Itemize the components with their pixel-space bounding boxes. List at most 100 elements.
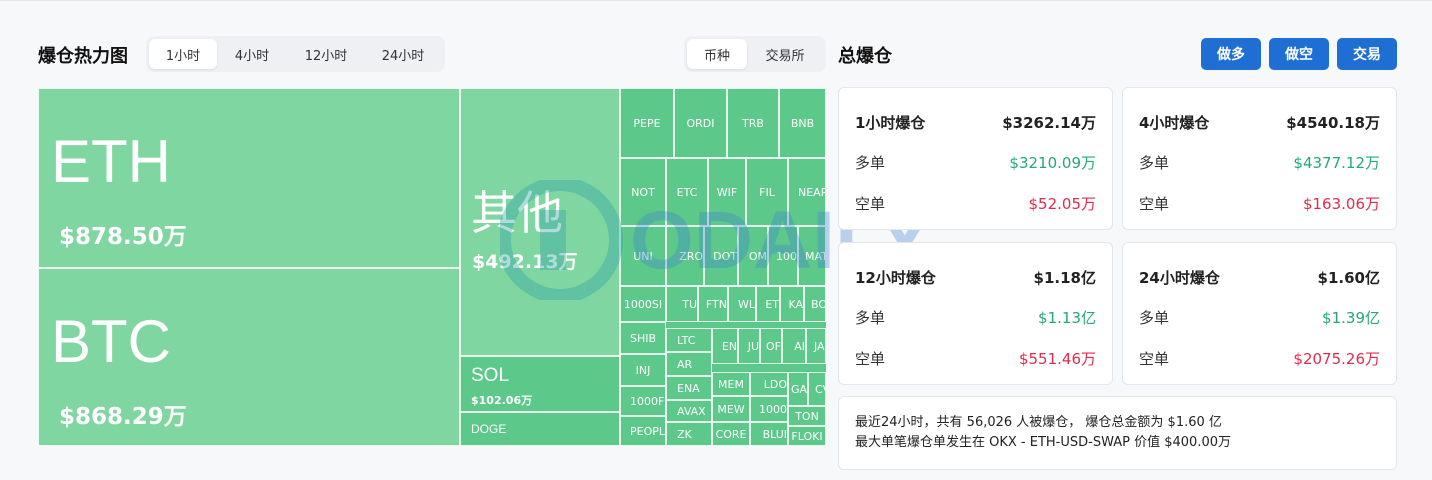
tile-small[interactable]: JA <box>806 328 826 364</box>
tile-small[interactable]: DOT <box>704 226 738 286</box>
card-label: 4小时爆仓 <box>1139 114 1210 132</box>
short-button[interactable]: 做空 <box>1269 38 1329 70</box>
short-value: $551.46万 <box>1018 350 1096 368</box>
card-total: $3262.14万 <box>1002 114 1096 132</box>
long-value: $1.39亿 <box>1322 309 1380 327</box>
tile-small[interactable]: CORE <box>712 422 750 446</box>
tile-small[interactable]: CV <box>808 372 826 406</box>
tile-small[interactable]: SHIB <box>620 322 666 354</box>
tile-small[interactable]: ENA <box>666 376 712 400</box>
tile-eth[interactable]: ETH $878.50万 <box>38 88 460 268</box>
tile-small[interactable]: TU <box>666 286 698 322</box>
tile-small[interactable]: ZK <box>666 422 712 446</box>
tile-small[interactable]: OF <box>760 328 782 364</box>
tile-small[interactable]: AI <box>782 328 806 364</box>
card-total: $1.18亿 <box>1033 269 1096 287</box>
timeframe-tabs: 1小时 4小时 12小时 24小时 <box>146 36 445 72</box>
tile-small[interactable]: FTN <box>698 286 728 322</box>
long-button[interactable]: 做多 <box>1201 38 1261 70</box>
tile-small[interactable]: JU <box>738 328 760 364</box>
summary-line-2: 最大单笔爆仓单发生在 OKX - ETH-USD-SWAP 价值 $400.00… <box>855 435 1231 450</box>
card-label: 24小时爆仓 <box>1139 269 1220 287</box>
tile-btc[interactable]: BTC $868.29万 <box>38 268 460 446</box>
tile-small[interactable]: PEOPL <box>620 416 666 446</box>
tile-small[interactable]: FIL <box>746 158 788 226</box>
tile-small[interactable]: 1000 <box>750 396 788 422</box>
tile-sol[interactable]: SOL $102.06万 <box>460 356 620 412</box>
tile-small[interactable]: EN <box>712 328 738 364</box>
tile-small[interactable]: 100 <box>768 226 798 286</box>
card-total: $1.60亿 <box>1317 269 1380 287</box>
tile-small[interactable]: MEW <box>712 396 750 422</box>
long-label: 多单 <box>855 309 886 327</box>
tile-small[interactable]: BNB <box>779 88 826 158</box>
tile-small[interactable]: MEM <box>712 372 750 396</box>
tile-value: $492.13万 <box>472 251 578 273</box>
heatmap-title: 爆仓热力图 <box>38 46 128 67</box>
long-value: $1.13亿 <box>1038 309 1096 327</box>
tile-small[interactable]: AVAX <box>666 400 712 422</box>
tile-small[interactable]: LDO <box>750 372 788 396</box>
tile-small[interactable]: INJ <box>620 354 666 386</box>
liquidation-treemap: ETH $878.50万 BTC $868.29万 其他 $492.13万 SO… <box>38 88 826 446</box>
tile-small[interactable]: ETC <box>666 158 708 226</box>
tab-12h[interactable]: 12小时 <box>287 39 365 69</box>
long-value: $3210.09万 <box>1009 154 1096 172</box>
tile-small[interactable]: MAT <box>798 226 826 286</box>
long-value: $4377.12万 <box>1293 154 1380 172</box>
card-24h: 24小时爆仓 $1.60亿 多单 $1.39亿 空单 $2075.26万 <box>1122 242 1397 385</box>
trade-button[interactable]: 交易 <box>1337 38 1397 70</box>
liquidation-summary: 最近24小时，共有 56,026 人被爆仓， 爆仓总金额为 $1.60 亿 最大… <box>838 396 1397 470</box>
long-label: 多单 <box>1139 309 1170 327</box>
tile-small[interactable]: LTC <box>666 328 712 352</box>
tile-small[interactable]: NOT <box>620 158 666 226</box>
tile-small[interactable]: WL <box>728 286 756 322</box>
tile-small[interactable]: KA <box>780 286 804 322</box>
tile-small[interactable]: TON <box>788 406 826 426</box>
card-1h: 1小时爆仓 $3262.14万 多单 $3210.09万 空单 $52.05万 <box>838 87 1113 230</box>
tile-symbol: 其他 <box>471 187 563 239</box>
tile-value: $102.06万 <box>471 394 533 407</box>
tile-symbol: SOL <box>471 365 510 386</box>
tile-value: $878.50万 <box>59 224 187 250</box>
summary-line-1: 最近24小时，共有 56,026 人被爆仓， 爆仓总金额为 $1.60 亿 <box>855 415 1222 430</box>
tile-small[interactable]: ET <box>756 286 780 322</box>
short-label: 空单 <box>1139 350 1170 368</box>
tile-small[interactable]: FLOKI <box>788 426 826 446</box>
tile-symbol: DOGE <box>471 422 507 436</box>
card-4h: 4小时爆仓 $4540.18万 多单 $4377.12万 空单 $163.06万 <box>1122 87 1397 230</box>
tile-small[interactable]: NEAR <box>788 158 826 226</box>
tab-24h[interactable]: 24小时 <box>365 39 441 69</box>
tab-by-exchange[interactable]: 交易所 <box>747 39 823 69</box>
tile-doge[interactable]: DOGE <box>460 412 620 446</box>
tile-other[interactable]: 其他 $492.13万 <box>460 88 620 356</box>
tile-small[interactable]: BO <box>804 286 826 322</box>
tile-small[interactable]: TRB <box>727 88 779 158</box>
tile-small[interactable]: PEPE <box>620 88 674 158</box>
tab-by-coin[interactable]: 币种 <box>687 39 747 69</box>
tile-small[interactable]: 1000SI <box>620 286 666 322</box>
tab-1h[interactable]: 1小时 <box>149 39 217 69</box>
tile-small[interactable]: ORDI <box>674 88 727 158</box>
tile-symbol: BTC <box>51 308 171 375</box>
tile-small[interactable]: GA <box>788 372 808 406</box>
tile-small[interactable]: BLUI <box>750 422 788 446</box>
short-value: $2075.26万 <box>1293 350 1380 368</box>
short-value: $163.06万 <box>1302 195 1380 213</box>
tile-small[interactable]: ZRO <box>666 226 704 286</box>
tile-small[interactable]: WIF <box>708 158 746 226</box>
grouping-tabs: 币种 交易所 <box>684 36 826 72</box>
long-label: 多单 <box>855 154 886 172</box>
card-label: 12小时爆仓 <box>855 269 936 287</box>
short-value: $52.05万 <box>1028 195 1097 213</box>
card-12h: 12小时爆仓 $1.18亿 多单 $1.13亿 空单 $551.46万 <box>838 242 1113 385</box>
short-label: 空单 <box>855 350 886 368</box>
tile-small[interactable]: 1000FI <box>620 386 666 416</box>
top-divider <box>0 0 1432 1</box>
short-label: 空单 <box>855 195 886 213</box>
tab-4h[interactable]: 4小时 <box>217 39 287 69</box>
total-title: 总爆仓 <box>838 46 892 67</box>
tile-small[interactable]: UNI <box>620 226 666 286</box>
tile-small[interactable]: AR <box>666 352 712 376</box>
tile-small[interactable]: OM <box>738 226 768 286</box>
